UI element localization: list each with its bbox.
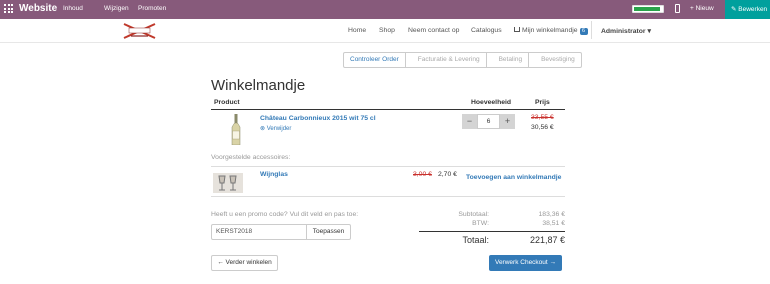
product-image-wine-bottle xyxy=(231,114,241,145)
edit-button-label: Bewerken xyxy=(738,6,768,13)
product-old-price: 33,55 € xyxy=(531,114,554,121)
menu-inhoud[interactable]: Inhoud xyxy=(63,5,83,12)
promo-code-question: Heeft u een promo code? Vul dit veld en … xyxy=(211,211,359,218)
subtotal-value: 183,36 € xyxy=(538,211,565,218)
tax-value: 38,51 € xyxy=(542,220,565,227)
nav-shop[interactable]: Shop xyxy=(379,27,395,34)
quantity-stepper: − 6 + xyxy=(462,114,515,129)
menu-wijzigen[interactable]: Wijzigen xyxy=(104,5,129,12)
wizard-step-review[interactable]: Controleer Order xyxy=(343,52,406,68)
publish-toggle[interactable] xyxy=(632,5,664,13)
total-label: Totaal: xyxy=(462,235,489,245)
remove-product-link[interactable]: ⊗ Verwijder xyxy=(260,125,291,132)
accessories-bottom-divider xyxy=(211,196,565,197)
total-value: 221,87 € xyxy=(529,235,565,245)
website-brand[interactable]: Website xyxy=(19,3,57,14)
header-divider xyxy=(0,42,770,43)
apps-grid-icon[interactable] xyxy=(4,4,13,13)
header-price: Prijs xyxy=(535,99,550,106)
add-to-cart-link[interactable]: Toevoegen aan winkelmandje xyxy=(466,174,561,181)
user-menu[interactable]: Administrator ▾ xyxy=(601,27,651,35)
quantity-increase-button[interactable]: + xyxy=(500,114,515,129)
total-divider xyxy=(419,231,565,232)
table-header-divider xyxy=(211,109,565,110)
wizard-step-billing: Facturatie & Levering xyxy=(404,52,487,68)
tax-label: BTW: xyxy=(472,220,489,227)
accessory-image-wine-glass xyxy=(213,173,243,193)
mobile-preview-icon[interactable] xyxy=(675,4,680,13)
continue-shopping-button[interactable]: ← Verder winkelen xyxy=(211,255,278,271)
nav-contact[interactable]: Neem contact op xyxy=(408,27,459,34)
edit-button[interactable]: ✎ Bewerken xyxy=(725,0,770,19)
admin-topbar: Website Inhoud Wijzigen Promoten + Nieuw… xyxy=(0,0,770,19)
accessory-name-link[interactable]: Wijnglas xyxy=(260,171,288,178)
header-product: Product xyxy=(214,99,240,106)
header-quantity: Hoeveelheid xyxy=(471,99,512,106)
cart-icon xyxy=(514,26,520,32)
accessory-price: 2,70 € xyxy=(438,171,457,178)
new-button[interactable]: + Nieuw xyxy=(690,5,714,12)
wizard-step-confirmation: Bevestiging xyxy=(528,52,582,68)
quantity-decrease-button[interactable]: − xyxy=(462,114,477,129)
product-name-link[interactable]: Château Carbonnieux 2015 wit 75 cl xyxy=(260,115,376,122)
nav-cart[interactable]: Mijn winkelmandje 6 xyxy=(514,26,588,35)
wizard-step-payment: Betaling xyxy=(485,52,530,68)
apply-promo-button[interactable]: Toepassen xyxy=(306,224,351,240)
promo-code-input[interactable]: KERST2018 xyxy=(211,224,307,240)
checkout-button[interactable]: Verwerk Checkout → xyxy=(489,255,562,271)
menu-promoten[interactable]: Promoten xyxy=(138,5,166,12)
company-logo[interactable] xyxy=(121,22,158,40)
nav-home[interactable]: Home xyxy=(348,27,366,34)
quantity-input[interactable]: 6 xyxy=(477,114,500,129)
subtotal-label: Subtotaal: xyxy=(458,211,489,218)
product-price: 30,56 € xyxy=(531,124,554,131)
nav-catalogus[interactable]: Catalogus xyxy=(471,27,502,34)
accessory-old-price: 3,00 € xyxy=(413,171,432,178)
nav-divider xyxy=(591,21,592,39)
checkout-wizard: Controleer Order Facturatie & Levering B… xyxy=(343,52,582,68)
cart-count-badge: 6 xyxy=(579,27,588,35)
cart-label: Mijn winkelmandje xyxy=(522,27,578,34)
suggested-accessories-label: Voorgestelde accessoires: xyxy=(211,154,291,161)
accessories-divider xyxy=(211,166,565,167)
page-title: Winkelmandje xyxy=(211,77,306,94)
